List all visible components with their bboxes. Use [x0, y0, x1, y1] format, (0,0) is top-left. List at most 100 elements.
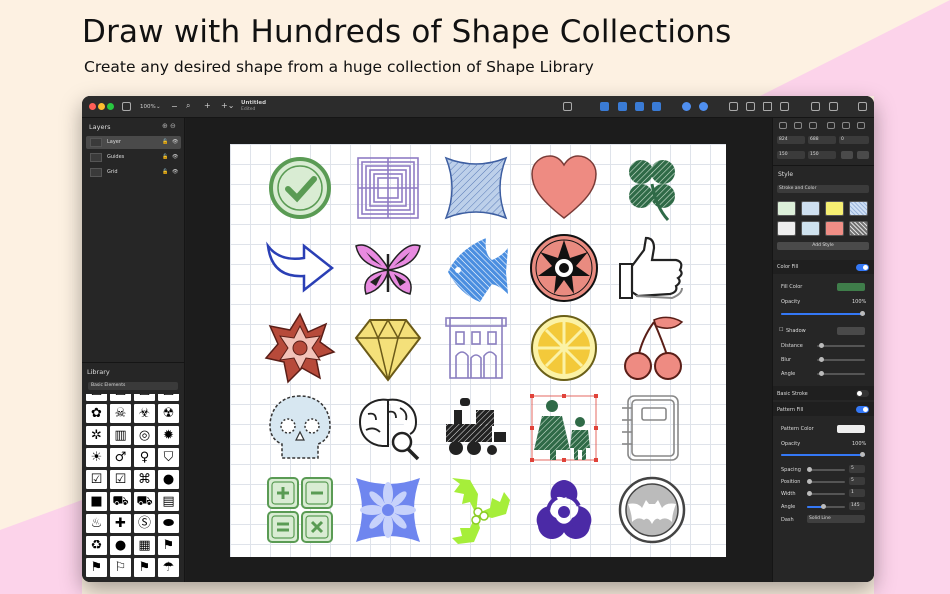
zoom-level[interactable]: 100%	[140, 104, 156, 110]
style-mode-select[interactable]: Stroke and Color	[777, 185, 869, 193]
position-slider-track[interactable]	[807, 481, 845, 483]
library-item-cart-outline[interactable]: ⛟	[134, 492, 155, 511]
locomotive-shape[interactable]	[440, 392, 512, 464]
group-icon[interactable]	[682, 102, 691, 111]
height-field[interactable]: 150	[808, 151, 836, 159]
opacity-slider-knob[interactable]	[860, 311, 865, 316]
blur-slider-track[interactable]	[817, 359, 865, 361]
library-item-sun[interactable]: ☀	[86, 448, 107, 467]
style-swatch[interactable]	[777, 201, 796, 216]
spacing-slider-track[interactable]	[807, 469, 845, 471]
layer-row[interactable]: Guides 🔓 👁	[86, 151, 181, 164]
width-field[interactable]: 150	[777, 151, 805, 159]
library-item[interactable]: ☐	[86, 394, 107, 401]
artboard[interactable]	[230, 144, 726, 557]
blur-slider-knob[interactable]	[819, 357, 824, 362]
style-swatch[interactable]	[825, 201, 844, 216]
library-item-flag[interactable]: ⚑	[158, 536, 179, 555]
ungroup-icon[interactable]	[699, 102, 708, 111]
building-shape[interactable]	[440, 312, 512, 384]
shadow-checkbox[interactable]: ☐	[779, 327, 783, 333]
add-menu-icon[interactable]: +⌄	[221, 101, 234, 110]
library-item-fire[interactable]: ♨	[86, 514, 107, 533]
library-item-trash[interactable]: ▤	[158, 492, 179, 511]
spacing-slider-knob[interactable]	[807, 467, 812, 472]
zoom-in-icon[interactable]: +	[204, 101, 211, 110]
library-item-umbrella[interactable]: ☂	[158, 558, 179, 577]
lock-ratio-icon[interactable]	[841, 151, 853, 159]
star-mandala-shape[interactable]	[528, 232, 600, 304]
library-item-male[interactable]: ♂	[110, 448, 131, 467]
align-left-icon[interactable]	[779, 122, 787, 129]
library-item-flag-curve[interactable]: ⚐	[110, 558, 131, 577]
notebook-shape[interactable]	[616, 392, 688, 464]
library-item-square[interactable]: ■	[86, 492, 107, 511]
library-item-female[interactable]: ♀	[134, 448, 155, 467]
library-item[interactable]: ☐	[134, 394, 155, 401]
bat-emblem-shape[interactable]	[616, 474, 688, 546]
close-window-button[interactable]	[89, 103, 96, 110]
library-item-paw[interactable]: ✿	[86, 404, 107, 423]
lock-icon[interactable]: 🔓	[162, 139, 168, 145]
pattern-angle-field[interactable]: 145	[849, 502, 865, 510]
library-item-cog[interactable]: ✹	[158, 426, 179, 445]
thumbs-up-shape[interactable]	[616, 232, 688, 304]
calculator-keys-shape[interactable]	[264, 474, 336, 546]
flower-tile-shape[interactable]	[352, 474, 424, 546]
distribute-icon[interactable]	[746, 102, 755, 111]
position-field[interactable]: 5	[849, 477, 865, 485]
sidebar-toggle-icon[interactable]	[122, 102, 131, 111]
bring-forward-icon[interactable]	[618, 102, 627, 111]
biohazard-shape[interactable]	[528, 474, 600, 546]
align-bottom-icon[interactable]	[857, 122, 865, 129]
shadow-angle-slider-knob[interactable]	[819, 371, 824, 376]
shadow-angle-slider-track[interactable]	[817, 373, 865, 375]
align-top-icon[interactable]	[827, 122, 835, 129]
four-leaf-clover-shape[interactable]	[616, 152, 688, 224]
distance-slider-knob[interactable]	[819, 343, 824, 348]
library-item-flag-wave[interactable]: ⚑	[86, 558, 107, 577]
library-item-shield[interactable]: ⛉	[158, 448, 179, 467]
library-item-bomb[interactable]: ●	[158, 470, 179, 489]
align-icon[interactable]	[729, 102, 738, 111]
align-center-icon[interactable]	[794, 122, 802, 129]
butterfly-shape[interactable]	[352, 232, 424, 304]
pattern-width-field[interactable]: 1	[849, 489, 865, 497]
pattern-fill-toggle[interactable]	[856, 406, 869, 413]
library-category-select[interactable]: Basic Elements	[88, 382, 178, 390]
library-item-command[interactable]: ⌘	[134, 470, 155, 489]
style-swatch[interactable]	[825, 221, 844, 236]
curved-square-shape[interactable]	[440, 152, 512, 224]
library-item-flag-pennant[interactable]: ⚑	[134, 558, 155, 577]
angelfish-shape[interactable]	[440, 232, 512, 304]
rotation-field[interactable]: 0	[839, 136, 869, 144]
layer-row[interactable]: Layer 🔓 👁	[86, 136, 181, 149]
fill-color-well[interactable]	[837, 283, 865, 291]
inspector-toggle-icon[interactable]	[858, 102, 867, 111]
library-item-flag-us[interactable]: ▦	[134, 536, 155, 555]
canvas-area[interactable]	[186, 118, 772, 582]
share-icon[interactable]	[829, 102, 838, 111]
basic-stroke-toggle[interactable]	[856, 390, 869, 397]
remove-layer-icon[interactable]: ⊖	[170, 122, 176, 130]
square-maze-shape[interactable]	[352, 152, 424, 224]
lock-icon[interactable]: 🔓	[162, 169, 168, 175]
width-slider-track[interactable]	[807, 493, 845, 495]
layer-row[interactable]: Grid 🔓 👁	[86, 166, 181, 179]
zoom-window-button[interactable]	[107, 103, 114, 110]
style-swatch[interactable]	[801, 221, 820, 236]
diamond-shape[interactable]	[352, 312, 424, 384]
pattern-color-well[interactable]	[837, 425, 865, 433]
style-swatch[interactable]	[801, 201, 820, 216]
zoom-out-icon[interactable]: −	[171, 102, 178, 111]
pattern-angle-slider-knob[interactable]	[821, 504, 826, 509]
dash-select[interactable]: Solid Line	[807, 515, 865, 523]
library-item[interactable]: ☐	[158, 394, 179, 401]
position-slider-knob[interactable]	[807, 479, 812, 484]
align-right-icon[interactable]	[809, 122, 817, 129]
library-item-biohazard[interactable]: ☣	[134, 404, 155, 423]
library-item-gear[interactable]: ✲	[86, 426, 107, 445]
color-fill-toggle[interactable]	[856, 264, 869, 271]
library-item-radiation[interactable]: ☢	[158, 404, 179, 423]
spacing-field[interactable]: 5	[849, 465, 865, 473]
